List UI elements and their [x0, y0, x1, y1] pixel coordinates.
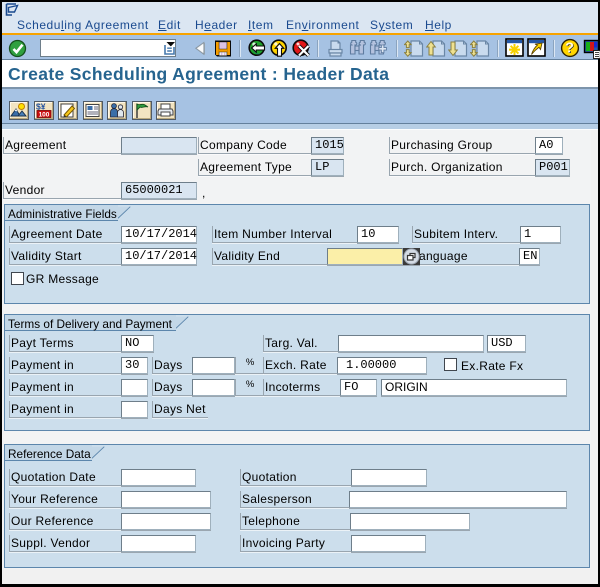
- svg-text:$¥: $¥: [36, 102, 46, 112]
- svg-text:100: 100: [38, 112, 49, 119]
- svg-text:?: ?: [565, 41, 574, 57]
